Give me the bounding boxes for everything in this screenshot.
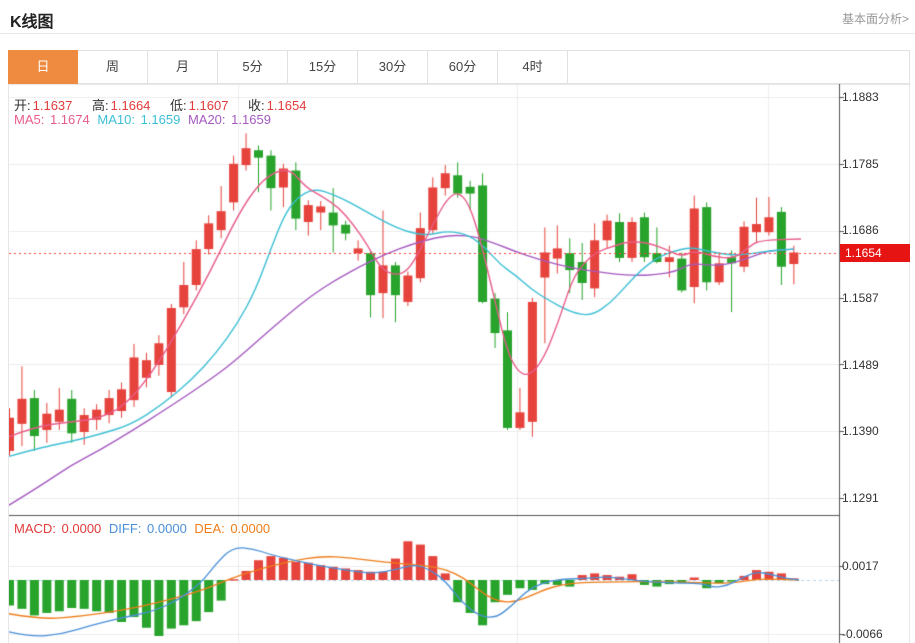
price-axis-label: 1.1883 [842, 89, 879, 105]
tab-4hour[interactable]: 4时 [498, 50, 568, 84]
title-divider [0, 33, 915, 34]
period-tabbar: 日 周 月 5分 15分 30分 60分 4时 [8, 50, 910, 84]
tab-30min[interactable]: 30分 [358, 50, 428, 84]
macd-axis-label: 0.0017 [842, 558, 879, 574]
page-title: K线图 [10, 8, 54, 32]
tab-15min[interactable]: 15分 [288, 50, 358, 84]
macd-axis-label: -0.0066 [842, 626, 883, 642]
price-axis-label: 1.1390 [842, 423, 879, 439]
tab-60min[interactable]: 60分 [428, 50, 498, 84]
tabbar-filler [568, 50, 910, 84]
price-axis-label: 1.1291 [842, 490, 879, 506]
kline-widget: K线图 基本面分析> 日 周 月 5分 15分 30分 60分 4时 开:1.1… [0, 0, 915, 643]
fundamental-analysis-link[interactable]: 基本面分析> [842, 10, 909, 27]
tab-week[interactable]: 周 [78, 50, 148, 84]
price-axis-label: 1.1686 [842, 222, 879, 238]
price-axis-label: 1.1489 [842, 357, 879, 373]
tab-month[interactable]: 月 [148, 50, 218, 84]
price-axis-label: 1.1785 [842, 156, 879, 172]
tab-day[interactable]: 日 [8, 50, 78, 84]
kline-chart-canvas[interactable] [9, 84, 911, 643]
price-axis-label: 1.1587 [842, 290, 879, 306]
current-price-badge: 1.1654 [840, 244, 910, 262]
chart-area [8, 84, 910, 643]
tab-5min[interactable]: 5分 [218, 50, 288, 84]
